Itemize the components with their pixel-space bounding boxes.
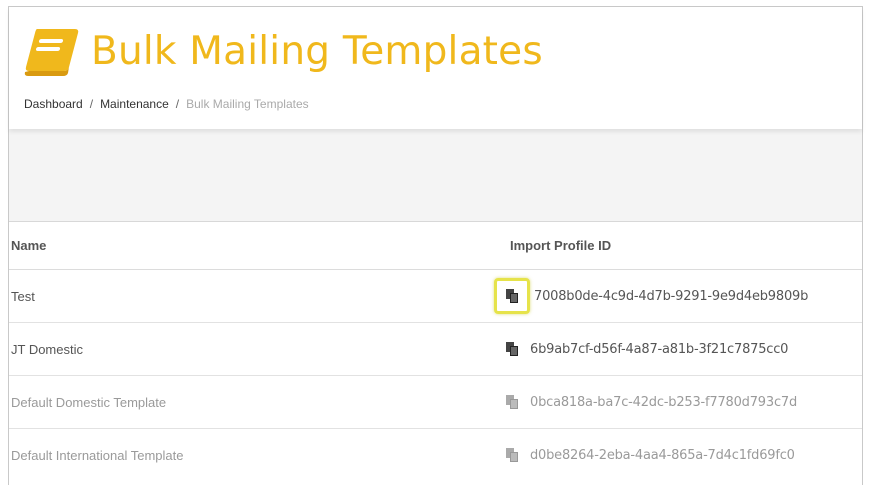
breadcrumb-separator: / (175, 97, 180, 111)
template-name[interactable]: Default Domestic Template (11, 395, 166, 410)
table-row[interactable]: JT Domestic 6b9ab7cf-d56f-4a87-a81b-3f21… (9, 323, 862, 376)
table-header-row: Name Import Profile ID (9, 222, 862, 270)
breadcrumb-dashboard[interactable]: Dashboard (24, 97, 83, 111)
import-profile-id-cell: 6b9ab7cf-d56f-4a87-a81b-3f21c7875cc0 (501, 338, 788, 360)
import-profile-id-cell: 7008b0de-4c9d-4d7b-9291-9e9d4eb9809b (494, 278, 809, 314)
title-row: Bulk Mailing Templates (23, 25, 543, 77)
copy-icon[interactable] (501, 444, 523, 466)
breadcrumb-separator: / (89, 97, 94, 111)
breadcrumb-current: Bulk Mailing Templates (186, 97, 309, 111)
book-icon (24, 29, 79, 76)
copy-icon[interactable] (501, 338, 523, 360)
import-profile-id-cell: d0be8264-2eba-4aa4-865a-7d4c1fd69fc0 (501, 444, 795, 466)
template-name[interactable]: Test (11, 289, 35, 304)
copy-icon[interactable] (501, 391, 523, 413)
breadcrumb-maintenance[interactable]: Maintenance (100, 97, 169, 111)
page-frame: Bulk Mailing Templates Dashboard / Maint… (8, 6, 863, 485)
template-name[interactable]: JT Domestic (11, 342, 83, 357)
breadcrumb: Dashboard / Maintenance / Bulk Mailing T… (24, 97, 309, 111)
import-profile-id: 0bca818a-ba7c-42dc-b253-f7780d793c7d (530, 394, 798, 410)
table-row[interactable]: Test 7008b0de-4c9d-4d7b-9291-9e9d4eb9809… (9, 270, 862, 323)
column-header-name[interactable]: Name (11, 238, 46, 253)
import-profile-id: 6b9ab7cf-d56f-4a87-a81b-3f21c7875cc0 (530, 341, 789, 357)
table-row[interactable]: Default Domestic Template 0bca818a-ba7c-… (9, 376, 862, 429)
page-title: Bulk Mailing Templates (91, 28, 543, 74)
toolbar-area (9, 129, 862, 222)
template-name[interactable]: Default International Template (11, 448, 183, 463)
import-profile-id: 7008b0de-4c9d-4d7b-9291-9e9d4eb9809b (534, 288, 809, 304)
import-profile-id: d0be8264-2eba-4aa4-865a-7d4c1fd69fc0 (530, 447, 795, 463)
column-header-import-profile-id[interactable]: Import Profile ID (510, 238, 611, 253)
import-profile-id-cell: 0bca818a-ba7c-42dc-b253-f7780d793c7d (501, 391, 797, 413)
templates-table: Name Import Profile ID Test 7008b0de-4c9… (9, 222, 862, 481)
table-row[interactable]: Default International Template d0be8264-… (9, 429, 862, 481)
copy-icon[interactable] (494, 278, 530, 314)
page-header: Bulk Mailing Templates Dashboard / Maint… (9, 7, 862, 129)
